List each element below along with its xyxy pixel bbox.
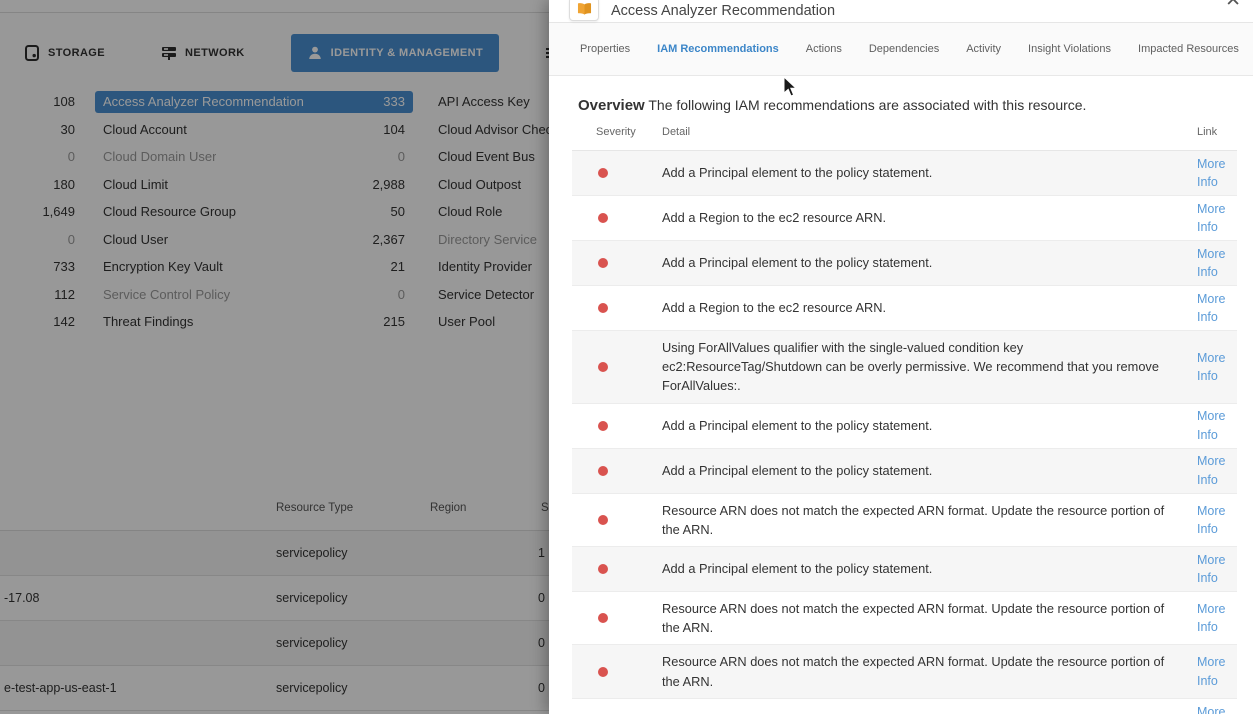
recommendation-row: Add a Principal element to the policy st… [572,547,1237,592]
more-info-link[interactable]: More Info [1197,407,1237,443]
column-header-detail: Detail [662,126,1197,138]
severity-cell [572,303,662,313]
severity-dot-icon [598,564,608,574]
recommendation-row: Add a Principal element to the policy st… [572,151,1237,196]
recommendation-detail: Add a Principal element to the policy st… [662,409,1169,442]
recommendation-row: Resource ARN does not match the expected… [572,592,1237,645]
overview-line: Overview The following IAM recommendatio… [578,97,1253,114]
recommendation-detail: Add a Principal element to the policy st… [662,552,1169,585]
screen: STORAGENETWORKIDENTITY & MANAGEMENTALL T… [0,0,1253,714]
severity-cell [572,213,662,223]
recommendation-row: Add a Principal element to the policy st… [572,449,1237,494]
recommendation-row: Resource ARN does not match the expected… [572,645,1237,698]
severity-dot-icon [598,667,608,677]
severity-cell [572,168,662,178]
severity-dot-icon [598,258,608,268]
more-info-link[interactable]: More Info [1197,349,1237,385]
more-info-link[interactable]: More Info [1197,653,1237,689]
recommendation-detail: Add a Region to the ec2 resource ARN. [662,291,1169,324]
recommendation-detail: Add a Principal element to the policy st… [662,454,1169,487]
recommendations-table-header: Severity Detail Link [572,114,1237,150]
more-info-link[interactable]: More Info [1197,155,1237,191]
severity-cell [572,667,662,677]
more-info-link[interactable]: More Info [1197,245,1237,281]
more-info-link[interactable]: More Info [1197,452,1237,488]
overview-text: The following IAM recommendations are as… [648,97,1086,113]
more-info-link[interactable]: More Info [1197,600,1237,636]
recommendation-detail: Add a Principal element to the policy st… [662,246,1169,279]
modal-dim-overlay [0,0,549,714]
severity-dot-icon [598,362,608,372]
recommendation-detail: Add a Region to the ec2 resource ARN. [662,201,1169,234]
severity-cell [572,515,662,525]
recommendation-row: Add a Principal element to the policy st… [572,241,1237,286]
recommendation-detail: Using ForAllValues qualifier with the si… [662,331,1169,403]
recommendation-detail: Resource ARN does not match the expected… [662,645,1169,697]
severity-cell [572,564,662,574]
panel-header: Access Analyzer Recommendation ✕ [549,0,1253,23]
recommendation-row: Using ForAllValues qualifier with the si… [572,331,1237,404]
tab-dependencies[interactable]: Dependencies [869,43,939,55]
column-header-severity: Severity [572,126,662,138]
column-header-link: Link [1197,126,1237,138]
severity-dot-icon [598,168,608,178]
more-info-link[interactable]: More Info [1197,551,1237,587]
panel-title: Access Analyzer Recommendation [611,0,835,22]
severity-dot-icon [598,303,608,313]
tab-properties[interactable]: Properties [580,43,630,55]
more-info-link[interactable]: More Info [1197,200,1237,236]
recommendation-row: Add a Region to the ec2 resource ARN. Mor… [572,286,1237,331]
severity-cell [572,421,662,431]
tab-iam-recommendations[interactable]: IAM Recommendations [657,43,779,55]
tab-impacted-resources[interactable]: Impacted Resources [1138,43,1239,55]
recommendations-table: Add a Principal element to the policy st… [572,150,1237,714]
severity-dot-icon [598,421,608,431]
severity-dot-icon [598,515,608,525]
overview-label: Overview [578,97,645,114]
severity-cell [572,466,662,476]
recommendation-row: Add a Region to the ec2 resource ARN. Mor… [572,196,1237,241]
close-icon[interactable]: ✕ [1225,0,1241,10]
panel-tab-bar: Properties IAM Recommendations Actions Depe… [549,23,1253,76]
recommendation-row: Add a Principal element to the policy st… [572,699,1237,714]
more-info-link[interactable]: More Info [1197,703,1237,714]
recommendation-row: Resource ARN does not match the expected… [572,494,1237,547]
recommendation-detail: Resource ARN does not match the expected… [662,592,1169,644]
recommendation-detail: Resource ARN does not match the expected… [662,494,1169,546]
recommendation-row: Add a Principal element to the policy st… [572,404,1237,449]
severity-cell [572,258,662,268]
tab-actions[interactable]: Actions [806,43,842,55]
severity-cell [572,613,662,623]
more-info-link[interactable]: More Info [1197,502,1237,538]
severity-dot-icon [598,613,608,623]
tab-insight-violations[interactable]: Insight Violations [1028,43,1111,55]
severity-dot-icon [598,213,608,223]
severity-cell [572,362,662,372]
detail-panel: Access Analyzer Recommendation ✕ Propert… [549,0,1253,714]
open-book-icon [569,0,599,21]
more-info-link[interactable]: More Info [1197,290,1237,326]
recommendation-detail: Add a Principal element to the policy st… [662,156,1169,189]
severity-dot-icon [598,466,608,476]
tab-activity[interactable]: Activity [966,43,1001,55]
recommendation-detail: Add a Principal element to the policy st… [662,704,1169,714]
